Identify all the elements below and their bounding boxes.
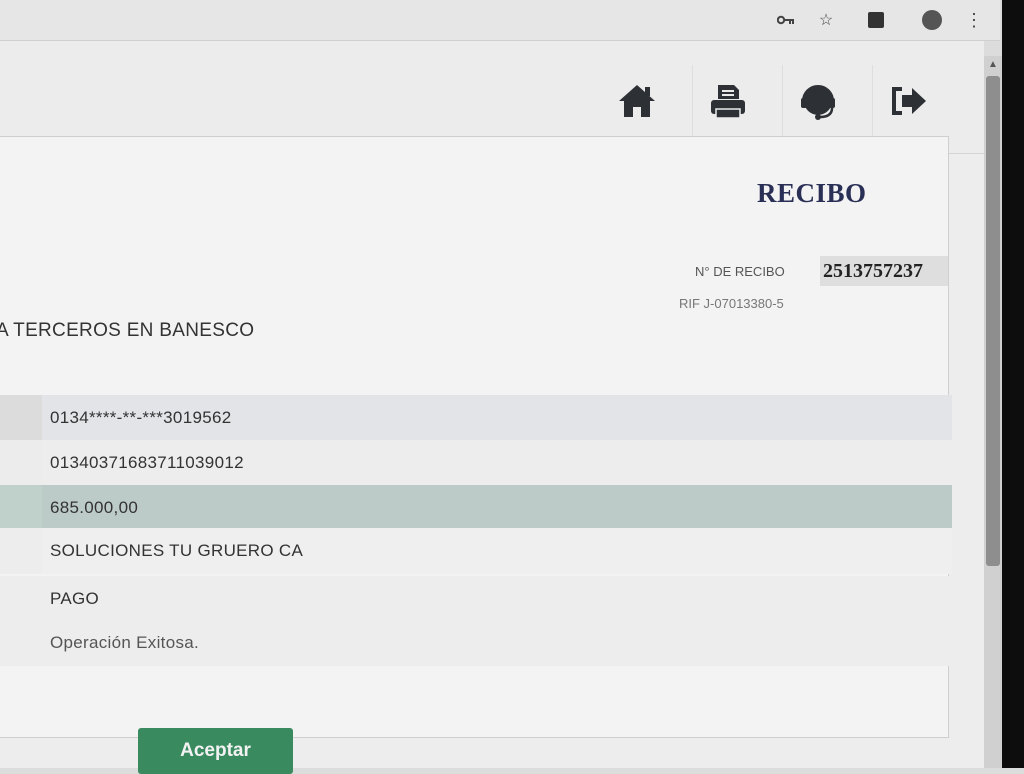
detail-value: SOLUCIONES TU GRUERO CA <box>42 528 952 574</box>
support-button[interactable] <box>782 65 853 137</box>
browser-toolbar: ☆ ⋮ <box>0 0 1000 41</box>
detail-value: Operación Exitosa. <box>42 620 952 666</box>
detail-label <box>0 576 42 622</box>
print-icon <box>711 85 745 119</box>
detail-label <box>0 395 42 441</box>
extension-icon[interactable] <box>866 10 886 30</box>
detail-row-amount: 685.000,00 <box>0 485 952 531</box>
receipt-number-label: N° DE RECIBO <box>695 264 785 279</box>
detail-label <box>0 485 42 531</box>
star-icon[interactable]: ☆ <box>816 10 836 30</box>
detail-row-status: Operación Exitosa. <box>0 620 952 666</box>
scroll-up-arrow[interactable]: ▲ <box>986 58 1000 72</box>
home-button[interactable] <box>602 65 672 137</box>
detail-row-source-account: 0134****-**-***3019562 <box>0 395 952 441</box>
home-icon <box>619 85 655 117</box>
detail-value: 0134****-**-***3019562 <box>42 395 952 441</box>
rif-text: RIF J-07013380-5 <box>679 296 784 311</box>
profile-icon[interactable] <box>922 10 942 30</box>
menu-icon[interactable]: ⋮ <box>964 10 984 30</box>
receipt-number-value: 2513757237 <box>820 256 948 286</box>
key-icon[interactable] <box>776 10 796 30</box>
detail-row-destination-account: 01340371683711039012 <box>0 440 952 486</box>
scrollbar-thumb[interactable] <box>986 76 1000 566</box>
logout-icon <box>892 87 926 115</box>
detail-row-beneficiary: SOLUCIONES TU GRUERO CA <box>0 528 952 574</box>
detail-value: 01340371683711039012 <box>42 440 952 486</box>
receipt-title: RECIBO <box>757 178 867 208</box>
detail-row-concept: PAGO <box>0 576 952 622</box>
support-icon <box>801 85 835 120</box>
print-button[interactable] <box>692 65 763 137</box>
detail-value: PAGO <box>42 576 952 622</box>
logout-button[interactable] <box>872 65 943 137</box>
detail-label <box>0 440 42 486</box>
detail-label <box>0 620 42 666</box>
detail-value: 685.000,00 <box>42 485 952 531</box>
accept-button[interactable]: Aceptar <box>138 728 293 774</box>
transfer-type-title: A TERCEROS EN BANESCO <box>0 320 255 341</box>
screen-bezel <box>1002 0 1024 768</box>
detail-label <box>0 528 42 574</box>
